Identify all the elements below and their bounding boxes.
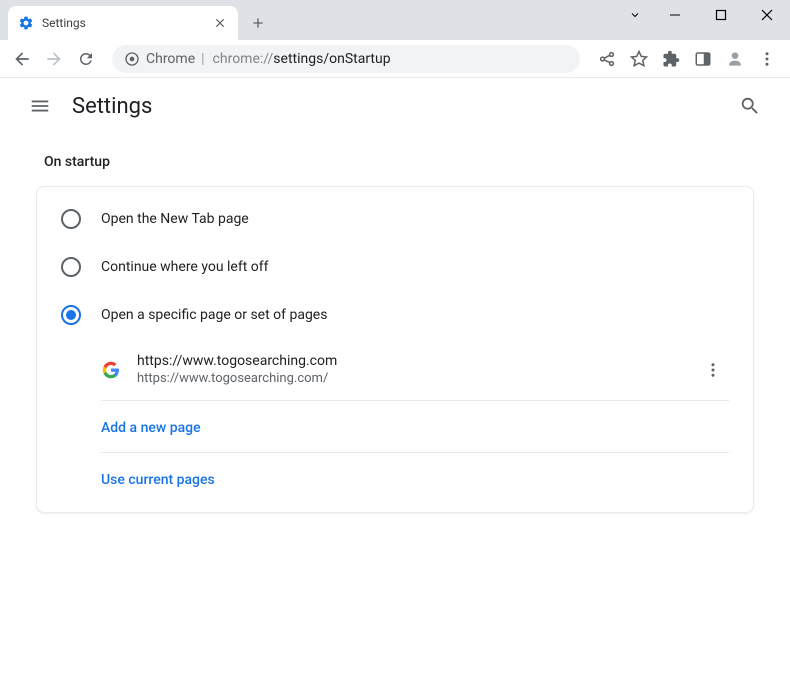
chevron-down-icon[interactable] xyxy=(618,0,652,30)
settings-header: Settings xyxy=(0,78,790,134)
extensions-button[interactable] xyxy=(656,44,686,74)
radio-unchecked-icon xyxy=(61,257,81,277)
close-tab-button[interactable] xyxy=(212,15,228,31)
new-tab-button[interactable] xyxy=(244,9,272,37)
hamburger-menu-button[interactable] xyxy=(20,86,60,126)
add-page-link[interactable]: Add a new page xyxy=(101,420,201,436)
address-bar[interactable]: Chrome | chrome://settings/onStartup xyxy=(112,45,580,73)
startup-card: Open the New Tab page Continue where you… xyxy=(36,186,754,513)
add-page-row[interactable]: Add a new page xyxy=(101,401,729,453)
share-button[interactable] xyxy=(592,44,622,74)
google-favicon-icon xyxy=(101,360,121,380)
page-name: https://www.togosearching.com xyxy=(137,353,697,369)
profile-button[interactable] xyxy=(720,44,750,74)
browser-tab[interactable]: Settings xyxy=(8,6,238,40)
option-label: Open the New Tab page xyxy=(101,211,249,227)
option-specific-pages[interactable]: Open a specific page or set of pages xyxy=(37,291,753,339)
option-new-tab[interactable]: Open the New Tab page xyxy=(37,195,753,243)
option-continue[interactable]: Continue where you left off xyxy=(37,243,753,291)
toolbar-actions xyxy=(592,44,782,74)
option-label: Continue where you left off xyxy=(101,259,269,275)
tab-title: Settings xyxy=(42,16,212,30)
divider: | xyxy=(201,51,204,67)
side-panel-button[interactable] xyxy=(688,44,718,74)
radio-checked-icon xyxy=(61,305,81,325)
bookmark-button[interactable] xyxy=(624,44,654,74)
url-text: chrome://settings/onStartup xyxy=(213,51,391,67)
toolbar: Chrome | chrome://settings/onStartup xyxy=(0,40,790,78)
reload-button[interactable] xyxy=(72,45,100,73)
forward-button[interactable] xyxy=(40,45,68,73)
search-settings-button[interactable] xyxy=(730,86,770,126)
chrome-icon xyxy=(124,51,140,67)
site-chip: Chrome | xyxy=(124,51,205,67)
menu-button[interactable] xyxy=(752,44,782,74)
chip-label: Chrome xyxy=(146,51,195,67)
minimize-button[interactable] xyxy=(652,0,698,30)
titlebar: Settings xyxy=(0,0,790,40)
page-entry-menu-button[interactable] xyxy=(697,354,729,386)
maximize-button[interactable] xyxy=(698,0,744,30)
use-current-row[interactable]: Use current pages xyxy=(101,453,729,504)
content: On startup Open the New Tab page Continu… xyxy=(0,134,790,533)
option-label: Open a specific page or set of pages xyxy=(101,307,327,323)
back-button[interactable] xyxy=(8,45,36,73)
page-url: https://www.togosearching.com/ xyxy=(137,371,697,386)
close-window-button[interactable] xyxy=(744,0,790,30)
window-controls xyxy=(618,0,790,40)
startup-page-entry: https://www.togosearching.com https://ww… xyxy=(101,339,729,401)
page-title: Settings xyxy=(72,94,152,119)
startup-pages-subsection: https://www.togosearching.com https://ww… xyxy=(101,339,729,504)
section-title: On startup xyxy=(44,154,754,170)
radio-unchecked-icon xyxy=(61,209,81,229)
gear-icon xyxy=(18,15,34,31)
use-current-link[interactable]: Use current pages xyxy=(101,472,215,488)
page-info: https://www.togosearching.com https://ww… xyxy=(137,353,697,386)
